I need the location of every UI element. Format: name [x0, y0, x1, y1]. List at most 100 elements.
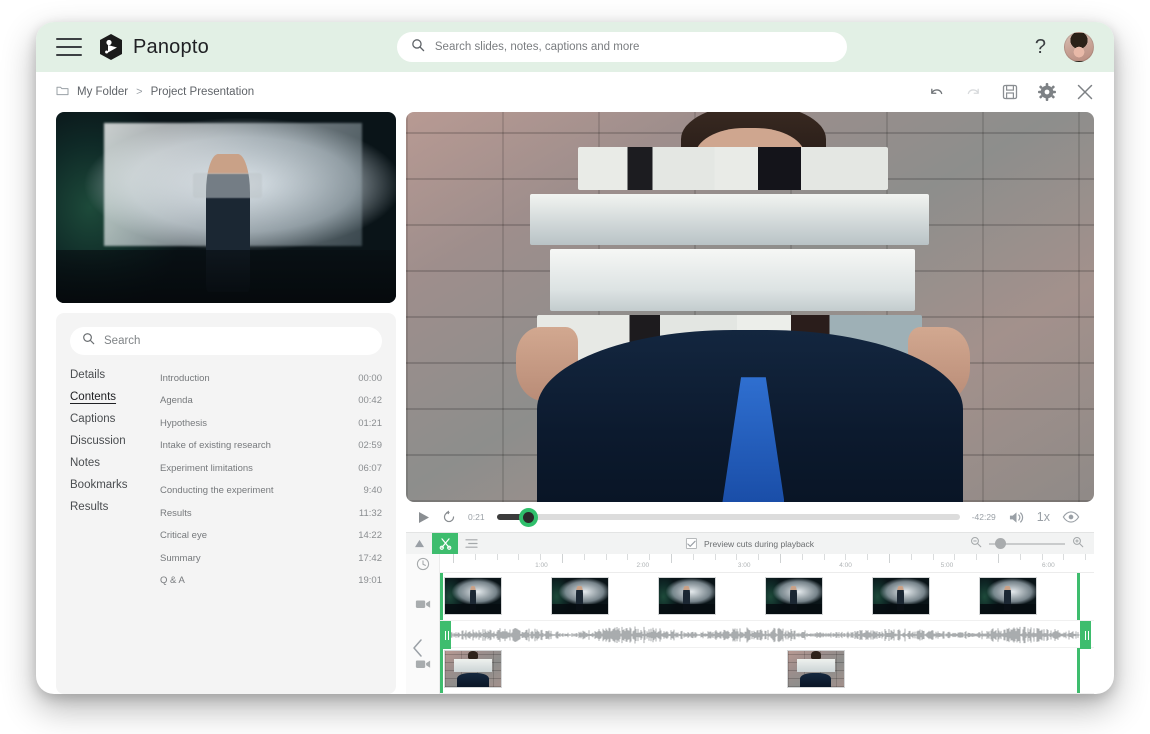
- eye-icon[interactable]: [1062, 510, 1080, 524]
- timeline-ruler[interactable]: 1:002:003:004:005:006:00: [440, 554, 1094, 573]
- preview-cuts-checkbox[interactable]: [686, 538, 697, 549]
- audio-waveform: [440, 625, 1080, 645]
- panel-search-input[interactable]: [104, 335, 370, 347]
- chevron-left-icon[interactable]: [412, 638, 424, 663]
- side-panel: Details Contents Captions Discussion Notes Bo…: [56, 313, 396, 694]
- timeline-audio-track[interactable]: [440, 621, 1094, 648]
- timeline: 1:002:003:004:005:006:00: [406, 554, 1094, 694]
- contents-item[interactable]: Conducting the experiment9:40: [160, 480, 382, 503]
- ruler-label: 4:00: [839, 562, 852, 569]
- panel-tabs: Details Contents Captions Discussion Notes Bo…: [70, 367, 148, 684]
- scissors-icon[interactable]: [432, 533, 458, 555]
- timeline-zoom-slider[interactable]: [989, 538, 1065, 550]
- volume-icon[interactable]: [1008, 510, 1025, 525]
- panel-tab-notes[interactable]: Notes: [70, 457, 148, 469]
- filmstrip-frame: [551, 577, 609, 615]
- panel-tab-discussion[interactable]: Discussion: [70, 435, 148, 447]
- book-stack-second: [530, 194, 929, 245]
- timeline-body[interactable]: 1:002:003:004:005:006:00: [440, 554, 1094, 694]
- audio-clip-handle-left[interactable]: [440, 621, 451, 649]
- playback-controls: 0:21 -42:29 1x: [406, 502, 1094, 532]
- main-body: Details Contents Captions Discussion Notes Bo…: [36, 112, 1114, 694]
- contents-item[interactable]: Introduction00:00: [160, 367, 382, 390]
- folder-icon: [56, 85, 69, 99]
- panel-tab-bookmarks[interactable]: Bookmarks: [70, 479, 148, 491]
- ruler-tick: [954, 554, 955, 560]
- contents-item[interactable]: Results11:32: [160, 502, 382, 525]
- contents-list: Introduction00:00Agenda00:42Hypothesis01…: [154, 367, 382, 684]
- contents-item-title: Q & A: [160, 575, 185, 586]
- editor-toolbar-left: [406, 533, 484, 554]
- breadcrumb: My Folder > Project Presentation: [56, 85, 254, 99]
- global-search-box[interactable]: [397, 32, 847, 62]
- right-column: 0:21 -42:29 1x: [406, 112, 1094, 694]
- triangle-up-icon[interactable]: [406, 533, 432, 555]
- contents-item[interactable]: Experiment limitations06:07: [160, 457, 382, 480]
- ruler-tick: [802, 554, 803, 560]
- contents-item-time: 17:42: [358, 553, 382, 564]
- zoom-in-icon[interactable]: [1072, 535, 1084, 553]
- help-icon[interactable]: ?: [1035, 37, 1046, 57]
- panel-tab-captions[interactable]: Captions: [70, 413, 148, 425]
- ruler-tick: [1063, 554, 1064, 560]
- contents-item[interactable]: Hypothesis01:21: [160, 412, 382, 435]
- seek-handle[interactable]: [519, 508, 538, 527]
- secondary-video-preview[interactable]: [56, 112, 396, 303]
- panel-tab-results[interactable]: Results: [70, 501, 148, 513]
- contents-item[interactable]: Critical eye14:22: [160, 525, 382, 548]
- undo-icon[interactable]: [928, 85, 945, 100]
- timeline-gutter: [406, 554, 440, 694]
- panel-tab-details[interactable]: Details: [70, 369, 148, 381]
- ruler-label: 3:00: [738, 562, 751, 569]
- zoom-out-icon[interactable]: [970, 535, 982, 553]
- ruler-tick: [540, 554, 541, 560]
- contents-item-title: Intake of existing research: [160, 440, 271, 451]
- replay-icon[interactable]: [442, 510, 456, 524]
- seek-slider[interactable]: [497, 508, 960, 526]
- panel-search-box[interactable]: [70, 327, 382, 355]
- book-stack-top: [578, 147, 888, 190]
- timeline-video-track-1[interactable]: [440, 573, 1094, 621]
- save-icon[interactable]: [1002, 84, 1018, 100]
- breadcrumb-item-folder[interactable]: My Folder: [77, 86, 128, 98]
- redo-icon[interactable]: [965, 85, 982, 100]
- global-search-wrapper: [225, 32, 1019, 62]
- ruler-label: 1:00: [535, 562, 548, 569]
- contents-item-title: Summary: [160, 553, 201, 564]
- contents-item-time: 01:21: [358, 418, 382, 429]
- editor-toolbar: Preview cuts during playback: [406, 532, 1094, 554]
- avatar[interactable]: [1064, 32, 1094, 62]
- ruler-tick: [998, 554, 999, 563]
- panel-columns: Details Contents Captions Discussion Notes Bo…: [70, 367, 382, 684]
- audio-clip-handle-right[interactable]: [1080, 621, 1091, 649]
- contents-item-time: 02:59: [358, 440, 382, 451]
- search-icon: [82, 332, 95, 350]
- playback-speed-button[interactable]: 1x: [1037, 510, 1050, 524]
- contents-item[interactable]: Q & A19:01: [160, 570, 382, 593]
- ruler-tick: [693, 554, 694, 560]
- book-stack-third: [550, 249, 915, 311]
- contents-item-title: Experiment limitations: [160, 463, 253, 474]
- filmstrip-frame: [979, 577, 1037, 615]
- brand-logo[interactable]: Panopto: [98, 33, 209, 61]
- contents-item[interactable]: Intake of existing research 02:59: [160, 435, 382, 458]
- preview-cuts-label: Preview cuts during playback: [704, 539, 814, 549]
- gear-icon[interactable]: [1038, 83, 1056, 101]
- hamburger-icon[interactable]: [56, 38, 82, 56]
- ruler-tick: [497, 554, 498, 560]
- panel-tab-contents[interactable]: Contents: [70, 391, 148, 403]
- filmstrip-frame: [444, 650, 502, 688]
- list-icon[interactable]: [458, 533, 484, 555]
- search-input[interactable]: [435, 41, 833, 53]
- zoom-slider-handle[interactable]: [995, 538, 1006, 549]
- contents-item[interactable]: Summary 17:42: [160, 547, 382, 570]
- primary-video-player[interactable]: [406, 112, 1094, 502]
- timeline-video-track-2[interactable]: [440, 648, 1094, 694]
- breadcrumb-item-current[interactable]: Project Presentation: [151, 86, 255, 98]
- play-icon[interactable]: [418, 511, 430, 524]
- close-icon[interactable]: [1076, 83, 1094, 101]
- contents-item[interactable]: Agenda00:42: [160, 390, 382, 413]
- preview-cuts-control[interactable]: Preview cuts during playback: [686, 538, 814, 549]
- seek-track: [497, 514, 960, 520]
- search-icon: [411, 38, 425, 57]
